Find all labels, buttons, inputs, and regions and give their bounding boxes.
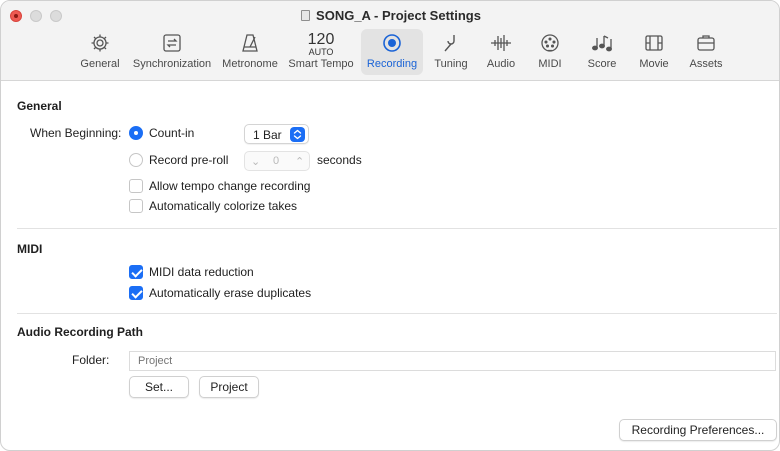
section-divider — [17, 228, 777, 229]
allow-tempo-change-checkbox[interactable] — [129, 179, 143, 193]
count-in-bars-select[interactable]: 1 Bar — [244, 124, 309, 144]
midi-section-title: MIDI — [17, 242, 43, 256]
document-icon — [301, 10, 311, 21]
when-beginning-label: When Beginning: — [30, 126, 122, 140]
briefcase-icon — [683, 32, 729, 58]
set-folder-button[interactable]: Set... — [129, 376, 189, 398]
auto-colorize-checkbox[interactable] — [129, 199, 143, 213]
tab-score[interactable]: Score — [579, 29, 625, 75]
general-section-title: General — [17, 99, 62, 113]
chevron-up-icon[interactable]: ⌃ — [295, 155, 304, 168]
settings-toolbar: General Synchronization Metronome 120 AU… — [1, 29, 779, 77]
folder-input[interactable] — [130, 352, 775, 370]
seconds-label: seconds — [317, 153, 362, 167]
waveform-icon — [479, 32, 523, 58]
sync-icon — [129, 32, 215, 58]
tab-recording[interactable]: Recording — [361, 29, 423, 75]
gear-icon — [75, 32, 125, 58]
tab-movie[interactable]: Movie — [631, 29, 677, 75]
tab-general[interactable]: General — [75, 29, 125, 75]
tab-midi[interactable]: MIDI — [529, 29, 571, 75]
audio-path-section-title: Audio Recording Path — [17, 325, 143, 339]
record-preroll-value: 0 — [273, 155, 280, 167]
record-preroll-radio[interactable] — [129, 153, 143, 167]
popup-arrows-icon — [290, 127, 305, 142]
metronome-icon — [219, 32, 281, 58]
auto-colorize-label: Automatically colorize takes — [149, 199, 298, 213]
midi-data-reduction-checkbox[interactable] — [129, 265, 143, 279]
folder-field[interactable] — [129, 351, 776, 371]
record-preroll-stepper[interactable]: ⌄ 0 ⌃ — [244, 151, 310, 171]
midi-port-icon — [529, 32, 571, 58]
record-icon — [361, 32, 423, 58]
section-divider — [17, 313, 777, 314]
tab-assets[interactable]: Assets — [683, 29, 729, 75]
tab-smart-tempo[interactable]: 120 AUTO Smart Tempo — [286, 29, 356, 75]
film-icon — [631, 32, 677, 58]
chevron-down-icon[interactable]: ⌄ — [251, 155, 260, 168]
count-in-bars-value: 1 Bar — [253, 128, 282, 142]
project-folder-button[interactable]: Project — [199, 376, 259, 398]
window-title: SONG_A - Project Settings — [1, 8, 779, 23]
recording-preferences-button[interactable]: Recording Preferences... — [619, 419, 777, 441]
tab-synchronization[interactable]: Synchronization — [129, 29, 215, 75]
tuning-fork-icon — [428, 32, 474, 58]
folder-label: Folder: — [72, 353, 110, 367]
music-notes-icon — [579, 32, 625, 58]
erase-duplicates-label: Automatically erase duplicates — [149, 286, 312, 300]
project-settings-window: SONG_A - Project Settings General Synchr… — [0, 0, 780, 451]
tab-tuning[interactable]: Tuning — [428, 29, 474, 75]
allow-tempo-change-label: Allow tempo change recording — [149, 179, 311, 193]
titlebar: SONG_A - Project Settings General Synchr… — [1, 1, 779, 81]
midi-data-reduction-label: MIDI data reduction — [149, 265, 254, 279]
smart-tempo-readout: 120 AUTO — [307, 31, 335, 57]
record-preroll-label: Record pre-roll — [149, 153, 229, 167]
count-in-label: Count-in — [149, 126, 195, 140]
tab-audio[interactable]: Audio — [479, 29, 523, 75]
erase-duplicates-checkbox[interactable] — [129, 286, 143, 300]
tab-metronome[interactable]: Metronome — [219, 29, 281, 75]
count-in-radio[interactable] — [129, 126, 143, 140]
